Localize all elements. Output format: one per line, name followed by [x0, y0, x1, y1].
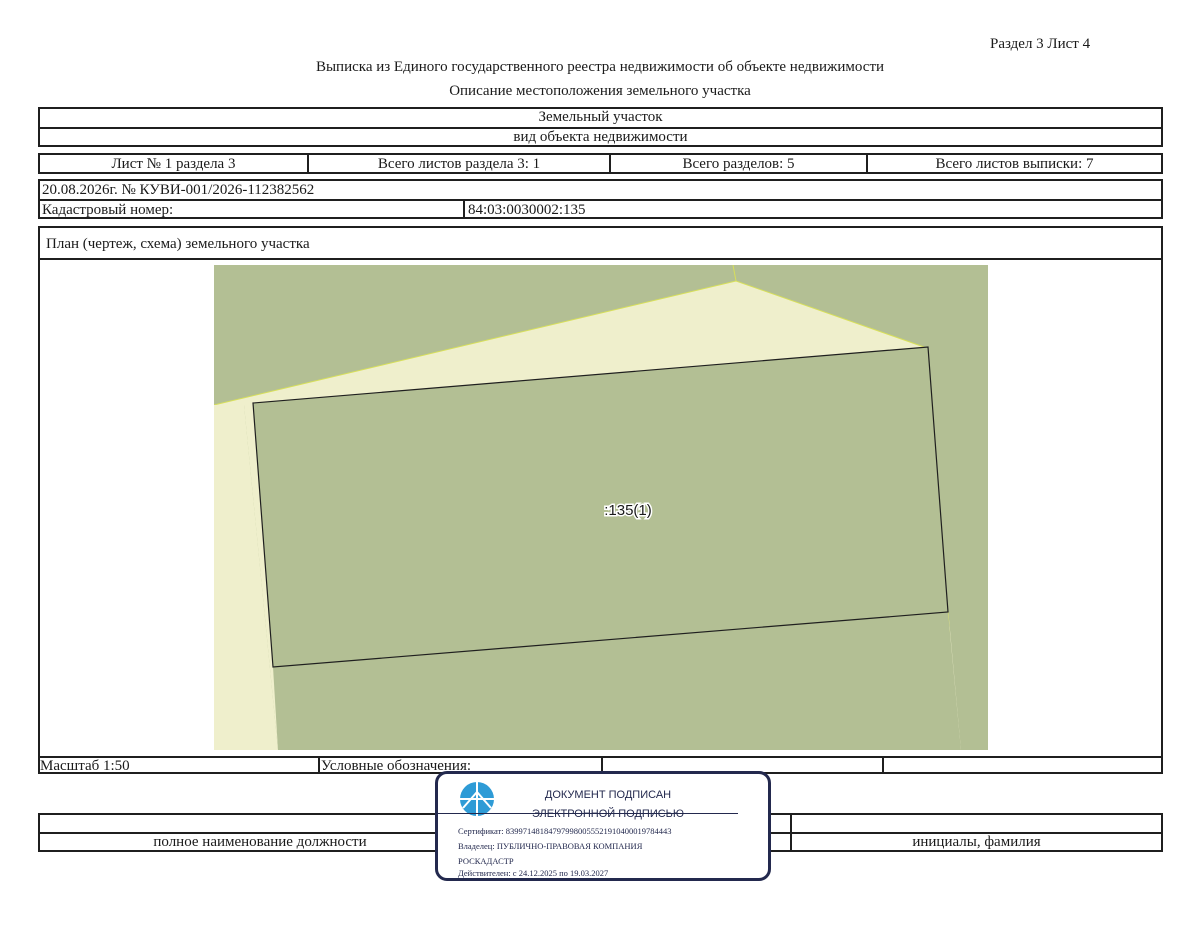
- total-section-sheets: Всего листов раздела 3: 1: [377, 156, 541, 172]
- divider: [463, 199, 465, 217]
- scale-label: Масштаб 1:50: [40, 758, 130, 774]
- section-sheet-label: Раздел 3 Лист 4: [990, 36, 1091, 52]
- total-extract-sheets: Всего листов выписки: 7: [935, 156, 1094, 172]
- divider: [40, 258, 1161, 260]
- cadastral-number-label: Кадастровый номер:: [42, 202, 174, 218]
- total-sections: Всего разделов: 5: [682, 156, 795, 172]
- document-title: Выписка из Единого государственного реес…: [315, 59, 885, 75]
- divider: [40, 199, 1161, 201]
- stamp-certificate: Сертификат: 8399714818479799800555219104…: [458, 826, 672, 836]
- plan-title: План (чертеж, схема) земельного участка: [46, 236, 310, 252]
- parcel-outline: [252, 346, 949, 668]
- divider: [601, 758, 603, 772]
- divider: [438, 813, 738, 814]
- cadastral-number-value: 84:03:0030002:135: [468, 202, 586, 218]
- document-subtitle: Описание местоположения земельного участ…: [449, 83, 751, 99]
- land-plot-map: :135(1) :135(1): [214, 265, 988, 750]
- parcel-label: :135(1): [604, 502, 652, 519]
- divider: [882, 758, 884, 772]
- initials-label: инициалы, фамилия: [912, 834, 1041, 850]
- object-kind-label: вид объекта недвижимости: [513, 129, 688, 145]
- sheet-number: Лист № 1 раздела 3: [111, 156, 236, 172]
- stamp-validity: Действителен: с 24.12.2025 по 19.03.2027: [458, 868, 609, 878]
- stamp-line-1: ДОКУМЕНТ ПОДПИСАН: [544, 789, 672, 801]
- object-name: Земельный участок: [538, 109, 663, 125]
- stamp-owner: Владелец: ПУБЛИЧНО-ПРАВОВАЯ КОМПАНИЯ: [458, 841, 643, 851]
- extract-date-number: 20.08.2026г. № КУВИ-001/2026-112382562: [42, 182, 315, 198]
- sheets-row: Лист № 1 раздела 3 Всего листов раздела …: [38, 153, 1163, 174]
- position-label: полное наименование должности: [153, 834, 367, 850]
- divider: [318, 758, 320, 772]
- object-block: Земельный участок вид объекта недвижимос…: [38, 107, 1163, 147]
- electronic-signature-stamp: ДОКУМЕНТ ПОДПИСАН ЭЛЕКТРОННОЙ ПОДПИСЬЮ С…: [435, 771, 771, 881]
- stamp-line-2: ЭЛЕКТРОННОЙ ПОДПИСЬЮ: [531, 808, 685, 820]
- request-block: 20.08.2026г. № КУВИ-001/2026-112382562 К…: [38, 179, 1163, 219]
- stamp-owner-name: РОСКАДАСТР: [458, 856, 514, 866]
